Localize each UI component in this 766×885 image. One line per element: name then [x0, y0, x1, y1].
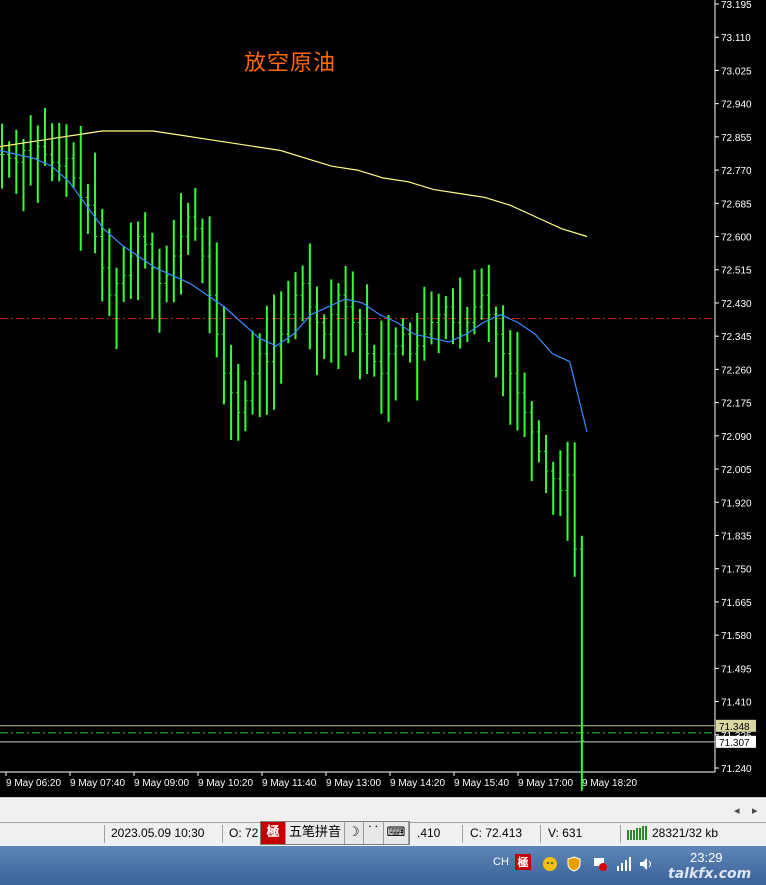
- y-tick-label: 73.025: [721, 66, 752, 77]
- y-tick-label: 71.495: [721, 664, 752, 675]
- y-tick-label: 72.090: [721, 432, 752, 443]
- price-chart: 73.195 73.110 73.025 72.940 72.855 72.770 72.6…: [0, 0, 756, 791]
- y-tick-label: 72.685: [721, 199, 752, 210]
- ime-logo-icon[interactable]: 極: [261, 822, 286, 844]
- y-tick-label: 72.600: [721, 233, 752, 244]
- status-divider: [540, 825, 541, 843]
- status-divider: [222, 825, 223, 843]
- x-tick-label: 9 May 15:40: [454, 778, 509, 789]
- status-traffic: 28321/32 kb: [652, 826, 719, 840]
- x-tick-label: 9 May 09:00: [134, 778, 189, 789]
- y-tick-label: 71.835: [721, 531, 752, 542]
- y-tick-label: 72.770: [721, 166, 752, 177]
- taskbar-clock[interactable]: 23:29: [690, 850, 723, 865]
- x-tick-label: 9 May 13:00: [326, 778, 381, 789]
- y-tick-label: 72.175: [721, 399, 752, 410]
- x-tick-label: 9 May 07:40: [70, 778, 125, 789]
- x-tick-label: 9 May 06:20: [6, 778, 61, 789]
- y-tick-label: 72.345: [721, 332, 752, 343]
- y-tick-label: 71.580: [721, 631, 752, 642]
- scroll-right-icon[interactable]: ▸: [752, 804, 758, 817]
- ime-punct-icon[interactable]: ˙˙: [364, 822, 384, 844]
- y-tick-label: 72.855: [721, 133, 752, 144]
- status-close: C: 72.413: [470, 826, 523, 840]
- status-divider: [620, 825, 621, 843]
- price-label: 71.348: [719, 722, 750, 733]
- status-volume: V: 631: [548, 826, 583, 840]
- x-tick-label: 9 May 17:00: [518, 778, 573, 789]
- status-datetime: 2023.05.09 10:30: [111, 826, 205, 840]
- y-tick-label: 73.110: [721, 33, 751, 44]
- taskbar: CH 極 23:29: [0, 846, 766, 885]
- y-tick-label: 73.195: [721, 0, 752, 11]
- ime-moon-icon[interactable]: ☽: [345, 822, 364, 844]
- ime-toolbar[interactable]: 極 五笔拼音 ☽ ˙˙ ⌨: [260, 821, 411, 845]
- chart-area[interactable]: 73.195 73.110 73.025 72.940 72.855 72.770 72.6…: [0, 0, 766, 797]
- connection-icon: [627, 826, 649, 843]
- x-tick-label: 9 May 10:20: [198, 778, 253, 789]
- y-tick-label: 72.515: [721, 266, 752, 277]
- price-label: 71.307: [719, 738, 750, 749]
- status-open: O: 72: [229, 826, 259, 840]
- y-tick-label: 72.005: [721, 465, 752, 476]
- y-tick-label: 71.665: [721, 598, 752, 609]
- y-tick-label: 72.430: [721, 299, 752, 310]
- x-tick-label: 9 May 11:40: [262, 778, 317, 789]
- flag-warning-icon[interactable]: [592, 856, 608, 875]
- chart-title: 放空原油: [244, 51, 337, 76]
- status-high: .410: [417, 826, 441, 840]
- y-tick-label: 72.260: [721, 365, 752, 376]
- horizontal-scrollbar[interactable]: ◂ ▸: [0, 797, 766, 823]
- connection-bars-icon: [627, 826, 647, 840]
- shield-icon[interactable]: [566, 856, 582, 875]
- x-tick-label: 9 May 18:20: [582, 778, 637, 789]
- language-indicator[interactable]: CH: [493, 856, 509, 868]
- y-tick-label: 72.940: [721, 100, 752, 111]
- y-tick-label: 71.410: [721, 698, 752, 709]
- y-tick-label: 71.240: [721, 764, 752, 775]
- status-divider: [462, 825, 463, 843]
- ime-keyboard-icon[interactable]: ⌨: [384, 822, 410, 844]
- status-divider: [104, 825, 105, 843]
- watermark: talkfx.com: [668, 866, 752, 882]
- y-tick-label: 71.920: [721, 498, 752, 509]
- help-icon[interactable]: [542, 856, 558, 875]
- y-tick-label: 71.750: [721, 565, 752, 576]
- scroll-left-icon[interactable]: ◂: [734, 804, 740, 817]
- ime-mode-button[interactable]: 五笔拼音: [286, 822, 346, 844]
- volume-icon[interactable]: [638, 856, 654, 875]
- network-icon[interactable]: [616, 856, 632, 875]
- x-tick-label: 9 May 14:20: [390, 778, 445, 789]
- ime-tray-icon[interactable]: 極: [515, 854, 531, 870]
